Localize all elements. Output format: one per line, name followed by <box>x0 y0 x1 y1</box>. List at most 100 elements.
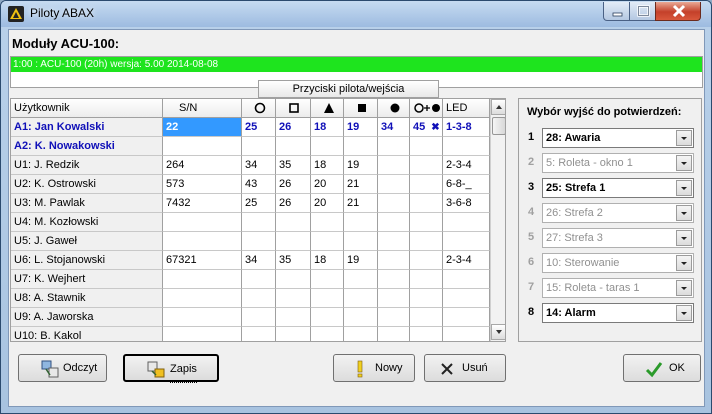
grid-cell-led[interactable] <box>443 308 490 327</box>
grid-cell-b4[interactable] <box>344 327 378 341</box>
grid-cell-b1[interactable] <box>242 327 276 341</box>
grid-cell-b4[interactable]: 19 <box>344 251 378 270</box>
grid-cell-b2[interactable] <box>276 137 311 156</box>
grid-cell-b3[interactable] <box>311 213 344 232</box>
grid-cell-b3[interactable] <box>311 289 344 308</box>
grid-cell-b6[interactable] <box>410 175 443 194</box>
user-name-cell[interactable]: U1: J. Redzik <box>11 156 163 175</box>
output-select[interactable]: 5: Roleta - okno 1 <box>542 153 694 173</box>
grid-cell-led[interactable] <box>443 289 490 308</box>
grid-cell-b4[interactable] <box>344 289 378 308</box>
grid-cell-b6[interactable] <box>410 327 443 341</box>
user-name-cell[interactable]: U3: M. Pawlak <box>11 194 163 213</box>
grid-cell-b3[interactable] <box>311 137 344 156</box>
grid-cell-b2[interactable]: 26 <box>276 194 311 213</box>
grid-cell-b2[interactable] <box>276 232 311 251</box>
grid-cell-sn[interactable] <box>163 213 242 232</box>
grid-cell-b3[interactable]: 20 <box>311 175 344 194</box>
grid-cell-b6[interactable] <box>410 232 443 251</box>
column-circle-header[interactable] <box>242 99 276 118</box>
user-name-cell[interactable]: U9: A. Jaworska <box>11 308 163 327</box>
chevron-down-icon[interactable] <box>676 155 692 171</box>
grid-cell-sn[interactable]: 573 <box>163 175 242 194</box>
grid-cell-b2[interactable]: 35 <box>276 251 311 270</box>
user-name-cell[interactable]: U8: A. Stawnik <box>11 289 163 308</box>
grid-cell-b4[interactable] <box>344 137 378 156</box>
module-row[interactable]: 1:00 : ACU-100 (20h) wersja: 5.00 2014-0… <box>11 57 702 72</box>
grid-cell-b6[interactable] <box>410 289 443 308</box>
grid-cell-b4[interactable] <box>344 270 378 289</box>
scroll-up-button[interactable] <box>491 99 505 115</box>
read-button[interactable]: Odczyt <box>18 354 107 382</box>
grid-cell-b1[interactable]: 34 <box>242 251 276 270</box>
chevron-down-icon[interactable] <box>676 130 692 146</box>
user-name-cell[interactable]: U6: L. Stojanowski <box>11 251 163 270</box>
output-select[interactable]: 28: Awaria <box>542 128 694 148</box>
grid-cell-led[interactable] <box>443 270 490 289</box>
grid-cell-b1[interactable] <box>242 270 276 289</box>
grid-cell-b3[interactable] <box>311 308 344 327</box>
user-name-cell[interactable]: U7: K. Wejhert <box>11 270 163 289</box>
output-select[interactable]: 15: Roleta - taras 1 <box>542 278 694 298</box>
grid-scrollbar[interactable] <box>490 99 505 341</box>
grid-cell-b1[interactable]: 25 <box>242 118 276 137</box>
grid-cell-sn[interactable] <box>163 289 242 308</box>
remotes-grid[interactable]: Użytkownik S/N LED A1: Jan Kowalski 22 25 2… <box>10 98 506 342</box>
grid-cell-b2[interactable] <box>276 327 311 341</box>
grid-cell-b5[interactable] <box>378 232 410 251</box>
grid-cell-b5[interactable] <box>378 289 410 308</box>
grid-cell-sn[interactable]: 22 <box>163 118 242 137</box>
chevron-down-icon[interactable] <box>676 180 692 196</box>
grid-cell-b6[interactable] <box>410 194 443 213</box>
user-name-cell[interactable]: U10: B. Kakol <box>11 327 163 341</box>
chevron-down-icon[interactable] <box>676 305 692 321</box>
grid-cell-b2[interactable] <box>276 308 311 327</box>
grid-cell-b2[interactable]: 26 <box>276 175 311 194</box>
grid-cell-sn[interactable]: 7432 <box>163 194 242 213</box>
grid-cell-led[interactable]: 6-8-_ <box>443 175 490 194</box>
title-bar[interactable]: Piloty ABAX <box>1 1 711 27</box>
grid-cell-sn[interactable] <box>163 137 242 156</box>
delete-button[interactable]: Usuń <box>424 354 506 382</box>
grid-cell-b6[interactable] <box>410 270 443 289</box>
grid-cell-b3[interactable]: 20 <box>311 194 344 213</box>
grid-cell-sn[interactable] <box>163 270 242 289</box>
user-name-cell[interactable]: U4: M. Kozłowski <box>11 213 163 232</box>
grid-cell-b6[interactable] <box>410 308 443 327</box>
user-name-cell[interactable]: A2: K. Nowakowski <box>11 137 163 156</box>
output-select[interactable]: 27: Strefa 3 <box>542 228 694 248</box>
column-triangle-header[interactable] <box>311 99 344 118</box>
grid-cell-b3[interactable] <box>311 232 344 251</box>
column-user-header[interactable]: Użytkownik <box>11 99 163 118</box>
new-button[interactable]: Nowy <box>333 354 415 382</box>
user-name-cell[interactable]: U5: J. Gaweł <box>11 232 163 251</box>
grid-cell-b5[interactable] <box>378 327 410 341</box>
grid-cell-led[interactable] <box>443 137 490 156</box>
grid-cell-b4[interactable]: 19 <box>344 156 378 175</box>
grid-cell-b5[interactable] <box>378 137 410 156</box>
grid-cell-b5[interactable] <box>378 213 410 232</box>
grid-cell-b5[interactable] <box>378 175 410 194</box>
grid-cell-b1[interactable] <box>242 137 276 156</box>
grid-cell-b1[interactable] <box>242 213 276 232</box>
ok-button[interactable]: OK <box>623 354 701 382</box>
column-filled-circle-header[interactable] <box>378 99 410 118</box>
grid-cell-b2[interactable] <box>276 270 311 289</box>
grid-cell-b5[interactable] <box>378 308 410 327</box>
output-select[interactable]: 25: Strefa 1 <box>542 178 694 198</box>
grid-cell-b3[interactable]: 18 <box>311 251 344 270</box>
grid-cell-b3[interactable]: 18 <box>311 156 344 175</box>
grid-cell-b4[interactable]: 21 <box>344 175 378 194</box>
grid-cell-b4[interactable] <box>344 308 378 327</box>
grid-cell-b3[interactable] <box>311 270 344 289</box>
user-name-cell[interactable]: A1: Jan Kowalski <box>11 118 163 137</box>
column-sn-header[interactable]: S/N <box>163 99 242 118</box>
grid-cell-b5[interactable] <box>378 251 410 270</box>
scroll-down-button[interactable] <box>491 324 505 340</box>
grid-cell-b5[interactable] <box>378 194 410 213</box>
write-button[interactable]: Zapis <box>123 354 219 383</box>
grid-cell-b3[interactable] <box>311 327 344 341</box>
chevron-down-icon[interactable] <box>676 280 692 296</box>
grid-cell-led[interactable] <box>443 232 490 251</box>
grid-cell-b5[interactable] <box>378 270 410 289</box>
